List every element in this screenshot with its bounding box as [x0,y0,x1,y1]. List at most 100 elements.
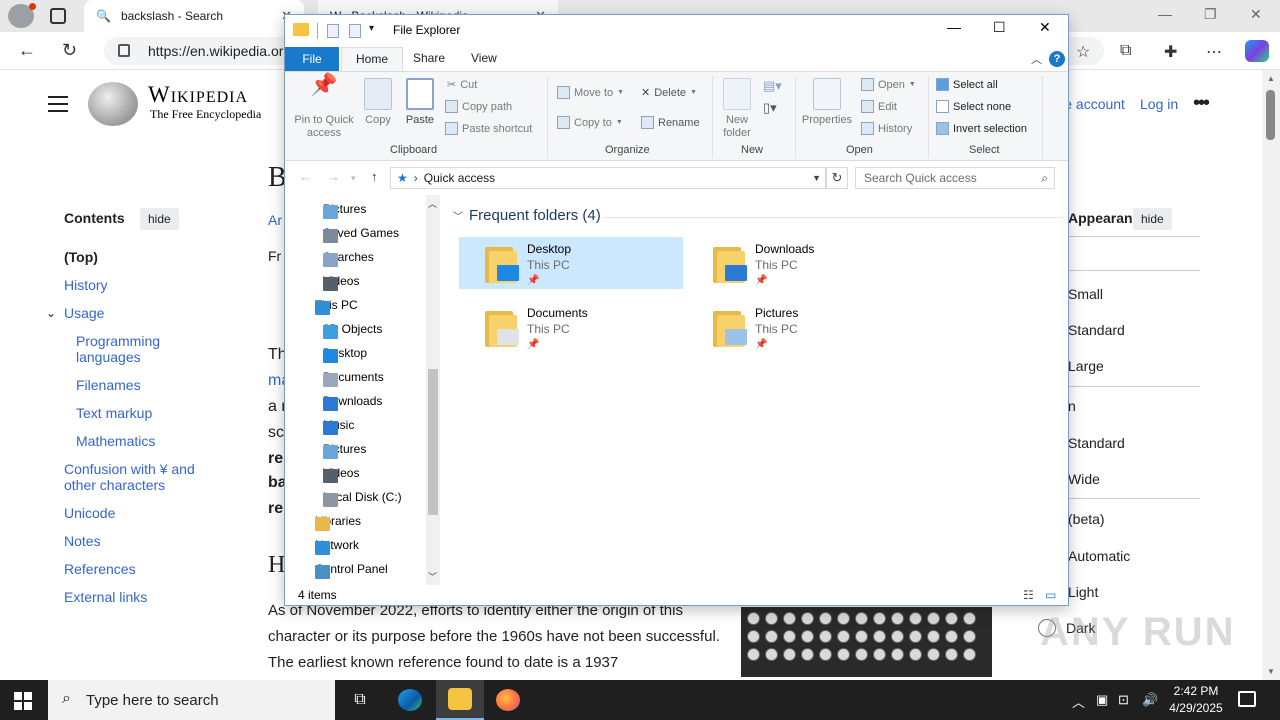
toc-references[interactable]: References [64,561,136,577]
close-icon[interactable]: ✕ [1039,19,1051,36]
scroll-down-icon[interactable]: ▼ [1267,667,1275,676]
show-hidden-icons-icon[interactable]: ︿ [1072,692,1085,711]
article-fragment[interactable]: Ar [268,212,282,228]
back-icon[interactable]: ← [299,169,312,184]
copy-to-button[interactable]: Copy to ▼ [557,116,623,129]
nav-item[interactable]: Downloads [323,389,382,413]
paste-button[interactable]: Paste [401,78,439,127]
start-button[interactable] [14,692,32,710]
main-menu-icon[interactable] [48,96,68,117]
properties-button[interactable]: Properties [801,78,853,127]
typewriter-image[interactable] [741,607,992,677]
scroll-thumb[interactable] [1266,90,1275,140]
extensions-icon[interactable]: ✚ [1164,42,1177,62]
favorite-star-icon[interactable]: ☆ [1076,42,1090,62]
edit-button[interactable]: Edit [861,100,897,113]
pin-to-quick-access-button[interactable]: 📌 Pin to Quick access [291,74,357,140]
recent-locations-icon[interactable]: ▾ [351,173,356,184]
select-none-button[interactable]: Select none [936,100,1011,113]
toc-unicode[interactable]: Unicode [64,505,115,521]
nav-item[interactable]: 3D Objects [323,317,382,341]
notification-center-icon[interactable] [1238,691,1256,707]
scroll-up-icon[interactable]: ▲ [1267,74,1275,83]
maximize-icon[interactable]: ☐ [993,19,1006,36]
nav-item[interactable]: Network [315,533,359,557]
wikipedia-logo-globe[interactable] [88,82,138,126]
firefox-taskbar-button[interactable] [484,680,532,720]
select-all-button[interactable]: Select all [936,78,998,91]
volume-icon[interactable]: 🔊 [1142,692,1158,708]
nav-item[interactable]: Searches [323,245,374,269]
nav-item[interactable]: Videos [323,269,359,293]
copy-button[interactable]: Copy [361,78,395,127]
nav-item[interactable]: Videos [323,461,359,485]
toc-programming-languages[interactable]: Programming languages [76,333,186,365]
paste-shortcut-button[interactable]: Paste shortcut [445,122,532,135]
breadcrumb-quick-access[interactable]: Quick access [424,171,495,185]
copy-path-button[interactable]: Copy path [445,100,512,113]
frequent-folders-header[interactable]: ﹀ Frequent folders (4) [453,207,601,224]
scroll-thumb[interactable] [428,369,438,515]
collections-icon[interactable]: ⧉ [1120,42,1131,60]
nav-item[interactable]: Pictures [323,197,366,221]
folder-tile-desktop[interactable]: Desktop This PC 📌 [459,237,683,289]
toc-top[interactable]: (Top) [64,249,98,265]
scroll-up-icon[interactable]: ︿ [428,197,437,210]
more-menu-icon[interactable]: ⋯ [1206,42,1222,62]
new-folder-button[interactable]: New folder [719,78,755,140]
nav-item[interactable]: Pictures [323,437,366,461]
contents-hide-button[interactable]: hide [140,208,179,230]
nav-item[interactable]: Desktop [323,341,367,365]
toc-usage[interactable]: Usage [64,305,104,321]
toc-confusion[interactable]: Confusion with ¥ and other characters [64,461,214,493]
text-size-standard[interactable]: Standard [1068,322,1125,338]
device-icon[interactable]: ▣ [1096,692,1108,708]
refresh-icon[interactable]: ↻ [826,167,848,189]
refresh-icon[interactable]: ↻ [62,40,77,60]
invert-selection-button[interactable]: Invert selection [936,122,1027,135]
tab-file[interactable]: File [285,47,339,71]
text-size-small[interactable]: Small [1068,286,1103,302]
nav-item[interactable]: This PC [315,293,358,317]
tab-home[interactable]: Home [341,47,404,71]
toc-text-markup[interactable]: Text markup [76,405,152,421]
folder-tile-documents[interactable]: Documents This PC 📌 [459,301,683,353]
tab-view[interactable]: View [457,47,511,71]
delete-button[interactable]: ✕ Delete ▼ [641,86,697,100]
nav-item[interactable]: Saved Games [323,221,399,245]
toc-external-links[interactable]: External links [64,589,147,605]
chevron-down-icon[interactable]: ▼ [812,173,821,183]
customize-qat-icon[interactable]: ▾ [369,23,374,34]
move-to-button[interactable]: Move to ▼ [557,86,624,99]
properties-qat-icon[interactable] [327,24,339,38]
appearance-hide-button[interactable]: hide [1133,208,1172,230]
back-icon[interactable]: ← [18,40,36,60]
large-icons-view-icon[interactable]: ▭ [1045,585,1056,605]
new-item-icon[interactable]: ▤▾ [763,78,782,94]
nav-item[interactable]: Local Disk (C:) [323,485,402,509]
forward-icon[interactable]: → [327,169,340,184]
wikipedia-wordmark[interactable]: Wikipedia [148,82,248,108]
minimize-icon[interactable]: — [1158,6,1172,22]
nav-item[interactable]: Libraries [315,509,361,533]
tab-share[interactable]: Share [399,47,459,71]
text-size-large[interactable]: Large [1068,358,1104,374]
navigation-pane-scrollbar[interactable]: ︿ ﹀ [426,195,440,585]
color-automatic[interactable]: Automatic [1068,548,1130,564]
tab-backslash-search[interactable]: 🔍 backslash - Search ✕ [84,0,304,32]
rename-button[interactable]: Rename [641,116,700,129]
toc-mathematics[interactable]: Mathematics [76,433,155,449]
details-view-icon[interactable]: ☷ [1023,585,1034,605]
clock[interactable]: 2:42 PM 4/29/2025 [1160,683,1232,717]
task-view-button[interactable]: ⧉ [336,680,384,720]
easy-access-icon[interactable]: ▯▾ [763,100,777,116]
up-icon[interactable]: ↑ [371,169,378,184]
search-input[interactable]: Search Quick access ⌕ [855,167,1055,189]
open-button[interactable]: Open ▼ [861,78,916,91]
network-icon[interactable]: ⊡ [1118,692,1129,708]
help-icon[interactable]: ? [1049,51,1065,67]
user-menu-icon[interactable]: ••• [1193,92,1210,115]
folder-tile-downloads[interactable]: Downloads This PC 📌 [687,237,911,289]
new-folder-qat-icon[interactable] [349,24,361,38]
address-field[interactable]: ★ › Quick access ▼ [390,167,826,189]
